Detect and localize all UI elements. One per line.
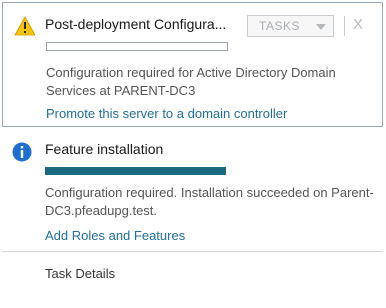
chevron-down-icon: [316, 24, 326, 30]
notification-description: Configuration required. Installation suc…: [45, 185, 374, 218]
notifications-panel: Post-deployment Configura... TASKS X Con…: [0, 0, 386, 308]
tasks-dropdown[interactable]: TASKS: [247, 15, 334, 37]
notification-title: Post-deployment Configura...: [45, 16, 227, 32]
warning-icon: [14, 16, 36, 36]
promote-domain-controller-link[interactable]: Promote this server to a domain controll…: [46, 106, 287, 121]
close-icon[interactable]: X: [353, 17, 363, 32]
progress-bar: [46, 42, 228, 51]
add-roles-and-features-link[interactable]: Add Roles and Features: [45, 228, 185, 243]
notification-post-deployment: Post-deployment Configura... TASKS X Con…: [2, 2, 383, 127]
task-details-link[interactable]: Task Details: [45, 266, 115, 281]
divider: [2, 251, 383, 252]
progress-bar: [45, 167, 226, 175]
notification-title: Feature installation: [45, 141, 164, 157]
divider: [344, 16, 345, 36]
tasks-label: TASKS: [259, 19, 300, 33]
notification-description: Configuration required for Active Direct…: [46, 65, 336, 98]
info-icon: [12, 142, 32, 162]
